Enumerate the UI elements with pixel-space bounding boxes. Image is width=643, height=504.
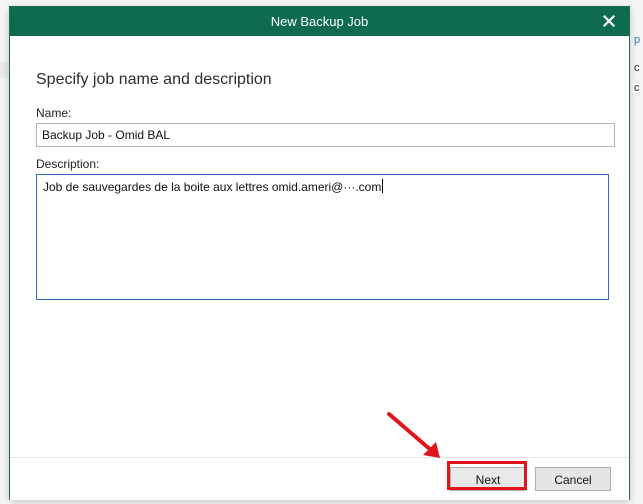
new-backup-job-dialog: New Backup Job Specify job name and desc…	[10, 7, 629, 500]
description-text-line: Job de sauvegardes de la boite aux lettr…	[43, 179, 384, 194]
close-icon	[602, 14, 616, 28]
name-label: Name:	[36, 106, 72, 120]
description-textarea[interactable]: Job de sauvegardes de la boite aux lettr…	[36, 174, 609, 300]
dialog-content: Specify job name and description Name: D…	[10, 36, 629, 457]
background-text-1: p	[634, 34, 641, 46]
close-button[interactable]	[599, 11, 619, 31]
background-text-3: c	[634, 82, 640, 94]
text-caret	[382, 179, 384, 193]
dialog-title: New Backup Job	[270, 14, 369, 29]
description-value: Job de sauvegardes de la boite aux lettr…	[43, 180, 382, 194]
dialog-footer: Next Cancel	[10, 457, 629, 500]
dialog-titlebar: New Backup Job	[10, 7, 629, 36]
background-text-2: c	[634, 62, 640, 74]
name-input[interactable]	[36, 123, 615, 147]
description-label: Description:	[36, 157, 100, 171]
step-heading: Specify job name and description	[36, 71, 272, 88]
cancel-button[interactable]: Cancel	[535, 467, 611, 491]
next-button[interactable]: Next	[450, 467, 526, 491]
